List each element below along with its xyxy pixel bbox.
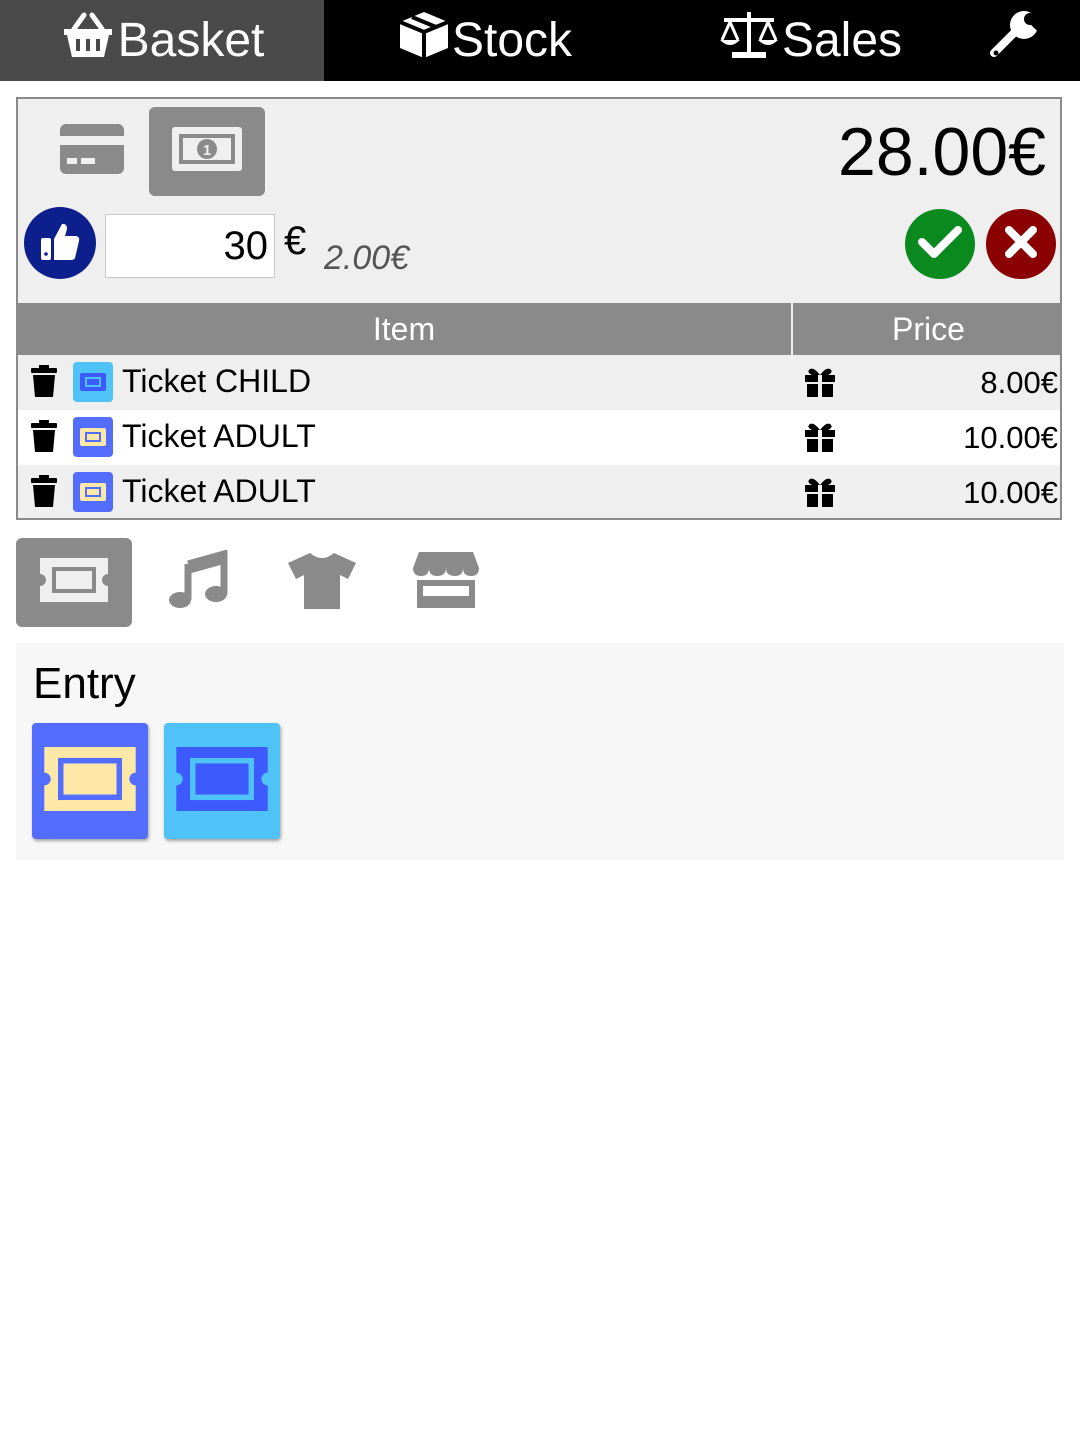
gift-icon[interactable] xyxy=(804,422,836,457)
cash-payment-button[interactable]: 1 xyxy=(149,107,265,196)
basket-row: Ticket ADULT 10.00€ xyxy=(18,410,1060,465)
item-price: 8.00€ xyxy=(980,365,1058,400)
music-icon xyxy=(168,549,228,615)
gift-icon[interactable] xyxy=(804,477,836,512)
tab-sales[interactable]: Sales xyxy=(660,0,960,81)
item-price: 10.00€ xyxy=(963,420,1058,455)
tab-basket[interactable]: Basket xyxy=(0,0,324,81)
ticket-icon xyxy=(73,362,113,402)
ticket-icon xyxy=(40,558,108,607)
item-name: Ticket CHILD xyxy=(122,363,312,399)
store-icon xyxy=(411,550,481,615)
column-header-item: Item xyxy=(372,310,436,347)
item-price: 10.00€ xyxy=(963,475,1058,510)
svg-text:1: 1 xyxy=(203,142,211,159)
change-amount: 2.00€ xyxy=(324,239,410,277)
ticket-icon xyxy=(174,746,270,816)
trash-icon[interactable] xyxy=(30,365,58,402)
card-payment-button[interactable] xyxy=(34,107,150,196)
top-nav: Basket Stock Sales xyxy=(0,0,1080,81)
tab-basket-label: Basket xyxy=(117,14,265,67)
cash-icon: 1 xyxy=(171,126,243,177)
category-shop-button[interactable] xyxy=(388,538,504,627)
tshirt-icon xyxy=(286,551,358,614)
currency-label: € xyxy=(284,219,307,263)
trash-icon[interactable] xyxy=(30,475,58,512)
cancel-sale-button[interactable] xyxy=(986,209,1056,279)
tendered-amount-input[interactable] xyxy=(105,214,275,278)
ticket-icon xyxy=(73,472,113,512)
box-icon xyxy=(398,10,452,72)
tab-sales-label: Sales xyxy=(781,14,903,67)
basket-icon xyxy=(60,11,118,71)
ticket-icon xyxy=(73,417,113,457)
column-header-price: Price xyxy=(892,310,965,347)
basket-row: Ticket CHILD 8.00€ xyxy=(18,355,1060,410)
section-title: Entry xyxy=(33,659,136,708)
basket-row: Ticket ADULT 10.00€ xyxy=(18,465,1060,518)
category-apparel-button[interactable] xyxy=(264,538,380,627)
product-section: Entry xyxy=(16,643,1064,860)
basket-panel: 1 28.00€ € 2.00€ Item Price Ticket CHILD… xyxy=(16,97,1062,520)
basket-table-header: Item Price xyxy=(18,303,1060,355)
quick-tender-button[interactable] xyxy=(24,207,96,279)
settings-button[interactable] xyxy=(980,0,1050,81)
thumbs-up-icon xyxy=(39,220,81,267)
tab-stock[interactable]: Stock xyxy=(340,0,630,81)
check-icon xyxy=(918,224,962,265)
gift-icon[interactable] xyxy=(804,367,836,402)
product-ticket-adult-button[interactable] xyxy=(32,723,148,839)
close-icon xyxy=(1003,224,1039,265)
basket-total: 28.00€ xyxy=(838,114,1046,190)
item-name: Ticket ADULT xyxy=(122,473,316,509)
category-tickets-button[interactable] xyxy=(16,538,132,627)
ticket-icon xyxy=(42,746,138,816)
tab-stock-label: Stock xyxy=(451,14,573,67)
category-music-button[interactable] xyxy=(140,538,256,627)
product-ticket-child-button[interactable] xyxy=(164,723,280,839)
item-name: Ticket ADULT xyxy=(122,418,316,454)
trash-icon[interactable] xyxy=(30,420,58,457)
wrench-icon xyxy=(988,9,1047,73)
scale-icon xyxy=(718,10,782,72)
credit-card-icon xyxy=(60,124,124,179)
confirm-sale-button[interactable] xyxy=(905,209,975,279)
